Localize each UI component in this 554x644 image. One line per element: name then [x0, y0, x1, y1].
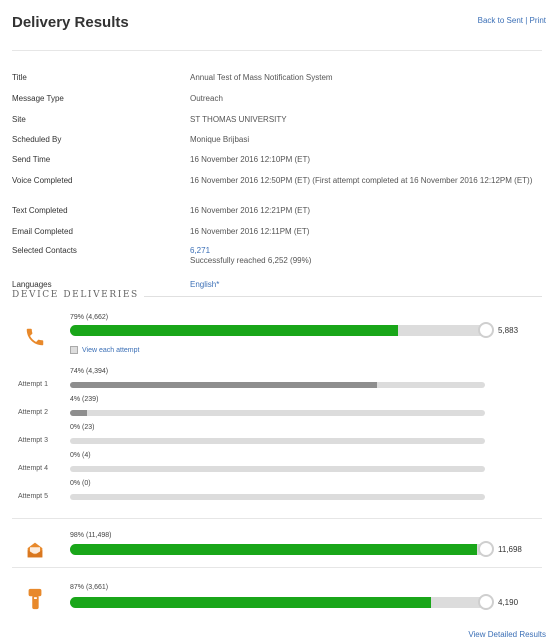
device-deliveries-heading: DEVICE DELIVERIES — [12, 290, 139, 300]
attempt-1-label: Attempt 1 — [18, 381, 48, 388]
attempt-2-percent: 4% (239) — [70, 396, 99, 403]
detail-value: 16 November 2016 12:10PM (ET) — [190, 155, 311, 164]
detail-value: 6,271 Successfully reached 6,252 (99%) — [190, 246, 540, 266]
languages-link[interactable]: English* — [190, 280, 219, 289]
toggle-attempts-checkbox[interactable] — [70, 346, 78, 354]
voice-total: 5,883 — [498, 326, 519, 335]
back-to-sent-link[interactable]: Back to Sent — [478, 16, 523, 25]
detail-label: Title — [12, 73, 27, 82]
view-each-attempt[interactable]: View each attempt — [70, 346, 139, 354]
detail-label: Selected Contacts — [12, 246, 77, 255]
text-bar-fill — [70, 597, 432, 608]
voice-bar-end — [478, 322, 494, 338]
attempt-5-label: Attempt 5 — [18, 493, 48, 500]
detail-value: Outreach — [190, 94, 223, 103]
phone-icon — [20, 324, 50, 350]
detail-label: Send Time — [12, 155, 51, 164]
email-bar-fill — [70, 544, 477, 555]
text-percent: 87% (3,661) — [70, 584, 109, 591]
attempt-3-label: Attempt 3 — [18, 437, 48, 444]
section-separator — [12, 567, 542, 568]
detail-label: Scheduled By — [12, 135, 62, 144]
text-bar — [70, 597, 485, 608]
detail-label: Text Completed — [12, 206, 68, 215]
detail-value: Monique Brijbasi — [190, 135, 250, 144]
text-total: 4,190 — [498, 598, 519, 607]
detail-value: 16 November 2016 12:50PM (ET) (First att… — [190, 176, 533, 185]
detail-value: English* — [190, 280, 540, 290]
voice-bar-fill — [70, 325, 398, 336]
detail-value: ST THOMAS UNIVERSITY — [190, 115, 287, 124]
top-links: Back to Sent | Print — [478, 16, 546, 25]
print-link[interactable]: Print — [530, 16, 546, 25]
email-percent: 98% (11,498) — [70, 532, 112, 539]
detail-value: Annual Test of Mass Notification System — [190, 73, 333, 82]
attempt-3-bar — [70, 438, 485, 444]
voice-bar — [70, 325, 485, 336]
section-separator — [12, 518, 542, 519]
detail-label: Site — [12, 115, 26, 124]
attempt-5-percent: 0% (0) — [70, 480, 91, 487]
attempt-3-percent: 0% (23) — [70, 424, 95, 431]
section-divider — [144, 296, 542, 297]
email-bar-end — [478, 541, 494, 557]
detail-value: 16 November 2016 12:11PM (ET) — [190, 227, 310, 236]
voice-percent: 79% (4,662) — [70, 314, 109, 321]
attempt-4-label: Attempt 4 — [18, 465, 48, 472]
attempt-2-label: Attempt 2 — [18, 409, 48, 416]
attempt-1-bar — [70, 382, 485, 388]
attempt-4-percent: 0% (4) — [70, 452, 91, 459]
text-bar-end — [478, 594, 494, 610]
detail-label: Email Completed — [12, 227, 73, 236]
email-bar — [70, 544, 485, 555]
attempt-1-fill — [70, 382, 378, 388]
attempt-5-bar — [70, 494, 485, 500]
detail-value: 16 November 2016 12:21PM (ET) — [190, 206, 311, 215]
view-detailed-results-link[interactable]: View Detailed Results — [468, 630, 546, 639]
mobile-phone-icon — [20, 586, 50, 612]
header-divider — [12, 50, 542, 51]
detail-label: Message Type — [12, 94, 64, 103]
selected-contacts-link[interactable]: 6,271 — [190, 246, 210, 255]
reached-summary: Successfully reached 6,252 (99%) — [190, 256, 312, 265]
email-icon — [20, 537, 50, 563]
link-separator: | — [525, 16, 528, 25]
attempt-2-fill — [70, 410, 87, 416]
detail-label: Languages — [12, 280, 52, 289]
attempt-4-bar — [70, 466, 485, 472]
page-title: Delivery Results — [12, 14, 129, 31]
email-total: 11,698 — [498, 545, 522, 554]
attempt-2-bar — [70, 410, 485, 416]
view-each-attempt-label: View each attempt — [82, 346, 140, 354]
detail-label: Voice Completed — [12, 176, 73, 185]
attempt-1-percent: 74% (4,394) — [70, 368, 109, 375]
